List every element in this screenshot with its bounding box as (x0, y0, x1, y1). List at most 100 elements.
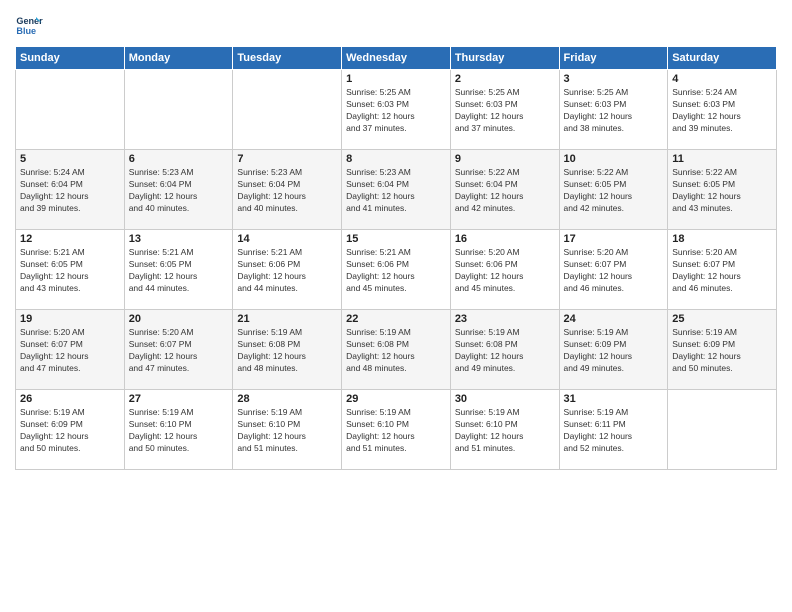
day-number: 10 (564, 153, 664, 165)
day-number: 28 (237, 393, 337, 405)
day-number: 13 (129, 233, 229, 245)
calendar-cell: 28 Sunrise: 5:19 AM Sunset: 6:10 PM Dayli… (233, 390, 342, 470)
header-day-monday: Monday (124, 47, 233, 70)
day-info: Sunrise: 5:21 AM Sunset: 6:06 PM Dayligh… (346, 247, 446, 295)
day-number: 11 (672, 153, 772, 165)
day-info: Sunrise: 5:23 AM Sunset: 6:04 PM Dayligh… (346, 167, 446, 215)
day-number: 20 (129, 313, 229, 325)
week-row-4: 19 Sunrise: 5:20 AM Sunset: 6:07 PM Dayli… (16, 310, 777, 390)
calendar-cell: 5 Sunrise: 5:24 AM Sunset: 6:04 PM Daylig… (16, 150, 125, 230)
day-number: 16 (455, 233, 555, 245)
header-day-tuesday: Tuesday (233, 47, 342, 70)
day-number: 7 (237, 153, 337, 165)
day-number: 6 (129, 153, 229, 165)
calendar-cell: 24 Sunrise: 5:19 AM Sunset: 6:09 PM Dayli… (559, 310, 668, 390)
day-info: Sunrise: 5:25 AM Sunset: 6:03 PM Dayligh… (564, 87, 664, 135)
calendar-cell: 2 Sunrise: 5:25 AM Sunset: 6:03 PM Daylig… (450, 70, 559, 150)
day-info: Sunrise: 5:24 AM Sunset: 6:03 PM Dayligh… (672, 87, 772, 135)
calendar-cell (233, 70, 342, 150)
calendar-cell: 18 Sunrise: 5:20 AM Sunset: 6:07 PM Dayli… (668, 230, 777, 310)
day-info: Sunrise: 5:19 AM Sunset: 6:10 PM Dayligh… (129, 407, 229, 455)
calendar-cell: 7 Sunrise: 5:23 AM Sunset: 6:04 PM Daylig… (233, 150, 342, 230)
day-number: 21 (237, 313, 337, 325)
calendar-cell: 15 Sunrise: 5:21 AM Sunset: 6:06 PM Dayli… (342, 230, 451, 310)
calendar-cell: 25 Sunrise: 5:19 AM Sunset: 6:09 PM Dayli… (668, 310, 777, 390)
day-info: Sunrise: 5:20 AM Sunset: 6:07 PM Dayligh… (672, 247, 772, 295)
calendar-cell: 1Sunrise: 5:25 AM Sunset: 6:03 PM Daylig… (342, 70, 451, 150)
day-info: Sunrise: 5:20 AM Sunset: 6:07 PM Dayligh… (129, 327, 229, 375)
header-day-thursday: Thursday (450, 47, 559, 70)
day-number: 25 (672, 313, 772, 325)
day-info: Sunrise: 5:25 AM Sunset: 6:03 PM Dayligh… (346, 87, 446, 135)
calendar-cell: 4 Sunrise: 5:24 AM Sunset: 6:03 PM Daylig… (668, 70, 777, 150)
day-info: Sunrise: 5:19 AM Sunset: 6:09 PM Dayligh… (20, 407, 120, 455)
header-row: SundayMondayTuesdayWednesdayThursdayFrid… (16, 47, 777, 70)
day-info: Sunrise: 5:23 AM Sunset: 6:04 PM Dayligh… (129, 167, 229, 215)
calendar-cell (668, 390, 777, 470)
calendar-cell: 29 Sunrise: 5:19 AM Sunset: 6:10 PM Dayli… (342, 390, 451, 470)
calendar-cell: 26 Sunrise: 5:19 AM Sunset: 6:09 PM Dayli… (16, 390, 125, 470)
day-number: 3 (564, 73, 664, 85)
calendar-header: SundayMondayTuesdayWednesdayThursdayFrid… (16, 47, 777, 70)
week-row-5: 26 Sunrise: 5:19 AM Sunset: 6:09 PM Dayli… (16, 390, 777, 470)
week-row-3: 12Sunrise: 5:21 AM Sunset: 6:05 PM Dayli… (16, 230, 777, 310)
header-day-sunday: Sunday (16, 47, 125, 70)
day-number: 2 (455, 73, 555, 85)
day-number: 15 (346, 233, 446, 245)
calendar-table: SundayMondayTuesdayWednesdayThursdayFrid… (15, 46, 777, 470)
calendar-cell: 10Sunrise: 5:22 AM Sunset: 6:05 PM Dayli… (559, 150, 668, 230)
day-number: 23 (455, 313, 555, 325)
calendar-cell: 14Sunrise: 5:21 AM Sunset: 6:06 PM Dayli… (233, 230, 342, 310)
day-number: 29 (346, 393, 446, 405)
day-info: Sunrise: 5:20 AM Sunset: 6:06 PM Dayligh… (455, 247, 555, 295)
calendar-cell: 6 Sunrise: 5:23 AM Sunset: 6:04 PM Daylig… (124, 150, 233, 230)
day-info: Sunrise: 5:19 AM Sunset: 6:10 PM Dayligh… (237, 407, 337, 455)
day-number: 24 (564, 313, 664, 325)
day-number: 9 (455, 153, 555, 165)
calendar-body: 1Sunrise: 5:25 AM Sunset: 6:03 PM Daylig… (16, 70, 777, 470)
calendar-cell: 20 Sunrise: 5:20 AM Sunset: 6:07 PM Dayli… (124, 310, 233, 390)
day-number: 18 (672, 233, 772, 245)
day-info: Sunrise: 5:19 AM Sunset: 6:10 PM Dayligh… (455, 407, 555, 455)
day-number: 26 (20, 393, 120, 405)
day-number: 8 (346, 153, 446, 165)
day-info: Sunrise: 5:19 AM Sunset: 6:11 PM Dayligh… (564, 407, 664, 455)
day-info: Sunrise: 5:21 AM Sunset: 6:05 PM Dayligh… (129, 247, 229, 295)
day-info: Sunrise: 5:19 AM Sunset: 6:09 PM Dayligh… (672, 327, 772, 375)
day-info: Sunrise: 5:25 AM Sunset: 6:03 PM Dayligh… (455, 87, 555, 135)
calendar-cell: 22 Sunrise: 5:19 AM Sunset: 6:08 PM Dayli… (342, 310, 451, 390)
day-number: 31 (564, 393, 664, 405)
week-row-2: 5 Sunrise: 5:24 AM Sunset: 6:04 PM Daylig… (16, 150, 777, 230)
day-info: Sunrise: 5:21 AM Sunset: 6:06 PM Dayligh… (237, 247, 337, 295)
calendar-cell: 13 Sunrise: 5:21 AM Sunset: 6:05 PM Dayli… (124, 230, 233, 310)
calendar-cell: 11Sunrise: 5:22 AM Sunset: 6:05 PM Dayli… (668, 150, 777, 230)
calendar-cell: 19Sunrise: 5:20 AM Sunset: 6:07 PM Dayli… (16, 310, 125, 390)
day-info: Sunrise: 5:19 AM Sunset: 6:08 PM Dayligh… (346, 327, 446, 375)
header-day-wednesday: Wednesday (342, 47, 451, 70)
day-info: Sunrise: 5:19 AM Sunset: 6:09 PM Dayligh… (564, 327, 664, 375)
calendar-cell (124, 70, 233, 150)
day-number: 22 (346, 313, 446, 325)
calendar-cell: 8 Sunrise: 5:23 AM Sunset: 6:04 PM Daylig… (342, 150, 451, 230)
day-number: 17 (564, 233, 664, 245)
day-info: Sunrise: 5:19 AM Sunset: 6:10 PM Dayligh… (346, 407, 446, 455)
calendar-page: General Blue SundayMondayTuesdayWednesda… (0, 0, 792, 612)
logo-icon: General Blue (15, 10, 43, 38)
calendar-cell: 30Sunrise: 5:19 AM Sunset: 6:10 PM Dayli… (450, 390, 559, 470)
calendar-cell: 21 Sunrise: 5:19 AM Sunset: 6:08 PM Dayli… (233, 310, 342, 390)
day-info: Sunrise: 5:19 AM Sunset: 6:08 PM Dayligh… (237, 327, 337, 375)
calendar-cell: 31 Sunrise: 5:19 AM Sunset: 6:11 PM Dayli… (559, 390, 668, 470)
day-number: 27 (129, 393, 229, 405)
day-number: 5 (20, 153, 120, 165)
calendar-cell: 16 Sunrise: 5:20 AM Sunset: 6:06 PM Dayli… (450, 230, 559, 310)
day-info: Sunrise: 5:24 AM Sunset: 6:04 PM Dayligh… (20, 167, 120, 215)
day-info: Sunrise: 5:21 AM Sunset: 6:05 PM Dayligh… (20, 247, 120, 295)
day-info: Sunrise: 5:20 AM Sunset: 6:07 PM Dayligh… (564, 247, 664, 295)
day-number: 4 (672, 73, 772, 85)
header-day-friday: Friday (559, 47, 668, 70)
day-number: 19 (20, 313, 120, 325)
day-info: Sunrise: 5:23 AM Sunset: 6:04 PM Dayligh… (237, 167, 337, 215)
header: General Blue (15, 10, 777, 38)
calendar-cell: 23Sunrise: 5:19 AM Sunset: 6:08 PM Dayli… (450, 310, 559, 390)
day-info: Sunrise: 5:22 AM Sunset: 6:04 PM Dayligh… (455, 167, 555, 215)
